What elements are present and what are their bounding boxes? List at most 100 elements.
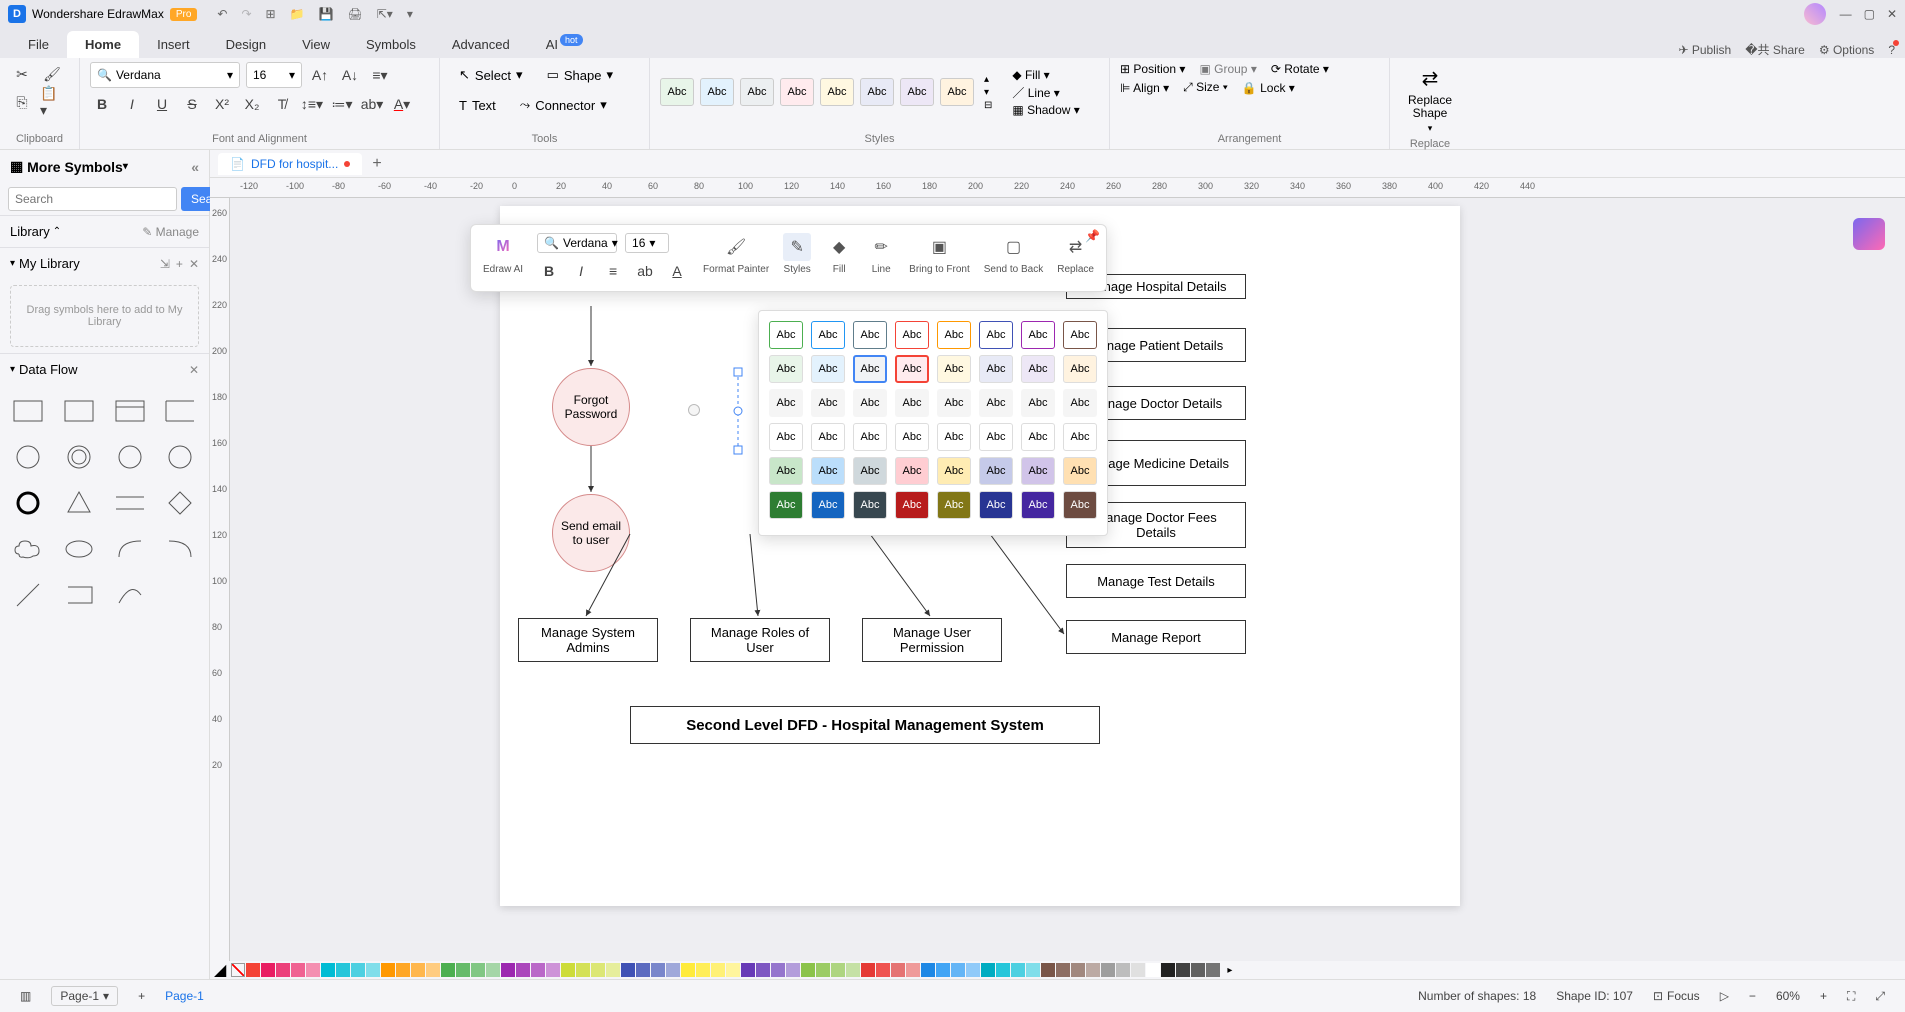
collapse-sidebar-icon[interactable]: « (191, 159, 199, 175)
color-swatch[interactable] (726, 963, 740, 977)
select-tool[interactable]: ↖ Select ▾ (450, 62, 532, 88)
style-option[interactable]: Abc (769, 389, 803, 417)
page-tab[interactable]: Page-1 (165, 989, 204, 1003)
shape-tool[interactable]: ▭ Shape ▾ (538, 62, 622, 88)
lib-add-icon[interactable]: + (176, 257, 183, 271)
color-swatch[interactable] (1026, 963, 1040, 977)
style-option[interactable]: Abc (937, 423, 971, 451)
mini-styles[interactable]: ✎Styles (783, 233, 811, 275)
style-swatch[interactable]: Abc (820, 78, 854, 106)
color-swatch[interactable] (891, 963, 905, 977)
style-option[interactable]: Abc (895, 321, 929, 349)
color-swatch[interactable] (831, 963, 845, 977)
color-swatch[interactable] (1086, 963, 1100, 977)
tab-insert[interactable]: Insert (139, 31, 208, 58)
tab-home[interactable]: Home (67, 31, 139, 58)
align-menu-icon[interactable]: ≡▾ (368, 63, 392, 87)
style-option[interactable]: Abc (895, 389, 929, 417)
shape-header-rect[interactable] (110, 393, 150, 429)
minimize-icon[interactable]: — (1840, 7, 1852, 21)
format-painter-icon[interactable]: 🖌 (40, 62, 64, 86)
font-size-select[interactable]: 16▾ (246, 62, 302, 88)
paste-icon[interactable]: 📋▾ (40, 90, 64, 114)
color-swatch[interactable] (981, 963, 995, 977)
style-option[interactable]: Abc (979, 423, 1013, 451)
color-swatch[interactable] (261, 963, 275, 977)
shape-circle4[interactable] (160, 439, 200, 475)
underline-icon[interactable]: U (150, 92, 174, 116)
shape-curve[interactable] (110, 577, 150, 613)
color-swatch[interactable] (411, 963, 425, 977)
style-option[interactable]: Abc (937, 355, 971, 383)
font-shrink-icon[interactable]: A↓ (338, 63, 362, 87)
ai-badge-icon[interactable] (1853, 218, 1885, 250)
color-swatch[interactable] (966, 963, 980, 977)
color-swatch[interactable] (531, 963, 545, 977)
color-swatch[interactable] (906, 963, 920, 977)
font-grow-icon[interactable]: A↑ (308, 63, 332, 87)
style-option[interactable]: Abc (895, 491, 929, 519)
color-swatch[interactable] (1071, 963, 1085, 977)
shape-report[interactable]: Manage Report (1066, 620, 1246, 654)
style-option[interactable]: Abc (895, 457, 929, 485)
color-swatch[interactable] (876, 963, 890, 977)
color-swatch[interactable] (396, 963, 410, 977)
group-menu[interactable]: ▣ Group ▾ (1199, 62, 1256, 76)
color-swatch[interactable] (291, 963, 305, 977)
color-swatch[interactable] (756, 963, 770, 977)
style-option[interactable]: Abc (979, 491, 1013, 519)
color-swatch[interactable] (1011, 963, 1025, 977)
style-option[interactable]: Abc (1063, 321, 1097, 349)
style-swatch[interactable]: Abc (900, 78, 934, 106)
add-tab-button[interactable]: + (372, 155, 381, 173)
shape-diamond[interactable] (160, 485, 200, 521)
dataflow-close-icon[interactable]: ✕ (189, 363, 199, 377)
color-swatch[interactable] (1206, 963, 1220, 977)
style-option[interactable]: Abc (811, 491, 845, 519)
shape-ellipse[interactable] (59, 531, 99, 567)
style-swatch[interactable]: Abc (940, 78, 974, 106)
line-menu[interactable]: ／ Line ▾ (1012, 84, 1079, 101)
color-swatch[interactable] (1056, 963, 1070, 977)
color-swatch[interactable] (426, 963, 440, 977)
style-option[interactable]: Abc (1021, 321, 1055, 349)
color-swatch[interactable] (246, 963, 260, 977)
style-swatch[interactable]: Abc (700, 78, 734, 106)
mini-bring-front[interactable]: ▣Bring to Front (909, 233, 970, 275)
color-swatch[interactable] (651, 963, 665, 977)
style-swatch[interactable]: Abc (780, 78, 814, 106)
shape-line[interactable] (8, 577, 48, 613)
redo-icon[interactable]: ↷ (241, 7, 251, 21)
cut-icon[interactable]: ✂ (10, 62, 34, 86)
mini-fill[interactable]: ◆Fill (825, 233, 853, 275)
style-option[interactable]: Abc (853, 423, 887, 451)
fill-menu[interactable]: ◆ Fill ▾ (1012, 68, 1079, 82)
selection-handle[interactable] (734, 446, 742, 454)
color-more-icon[interactable]: ▸ (1227, 965, 1232, 976)
color-swatch[interactable] (336, 963, 350, 977)
style-option[interactable]: Abc (1063, 423, 1097, 451)
color-swatch[interactable] (576, 963, 590, 977)
style-option[interactable]: Abc (769, 321, 803, 349)
tab-view[interactable]: View (284, 31, 348, 58)
bullets-icon[interactable]: ≔▾ (330, 92, 354, 116)
color-swatch[interactable] (771, 963, 785, 977)
rotate-menu[interactable]: ⟳ Rotate ▾ (1271, 62, 1329, 76)
style-option[interactable]: Abc (937, 491, 971, 519)
zoom-out-button[interactable]: − (1749, 989, 1756, 1003)
style-option[interactable]: Abc (1021, 491, 1055, 519)
user-avatar[interactable] (1804, 3, 1826, 25)
maximize-icon[interactable]: ▢ (1864, 7, 1875, 21)
color-swatch[interactable] (1146, 963, 1160, 977)
mini-font-select[interactable]: 🔍 Verdana ▾ (537, 233, 617, 253)
color-swatch[interactable] (546, 963, 560, 977)
present-button[interactable]: ▷ (1720, 989, 1729, 1003)
color-swatch[interactable] (471, 963, 485, 977)
shape-parallel[interactable] (110, 485, 150, 521)
style-option[interactable]: Abc (811, 457, 845, 485)
zoom-in-button[interactable]: + (1820, 989, 1827, 1003)
library-section[interactable]: Library ⌃ ✎ Manage (0, 215, 209, 247)
shape-circle-bold[interactable] (8, 485, 48, 521)
color-swatch[interactable] (366, 963, 380, 977)
shadow-menu[interactable]: ▦ Shadow ▾ (1012, 103, 1079, 117)
